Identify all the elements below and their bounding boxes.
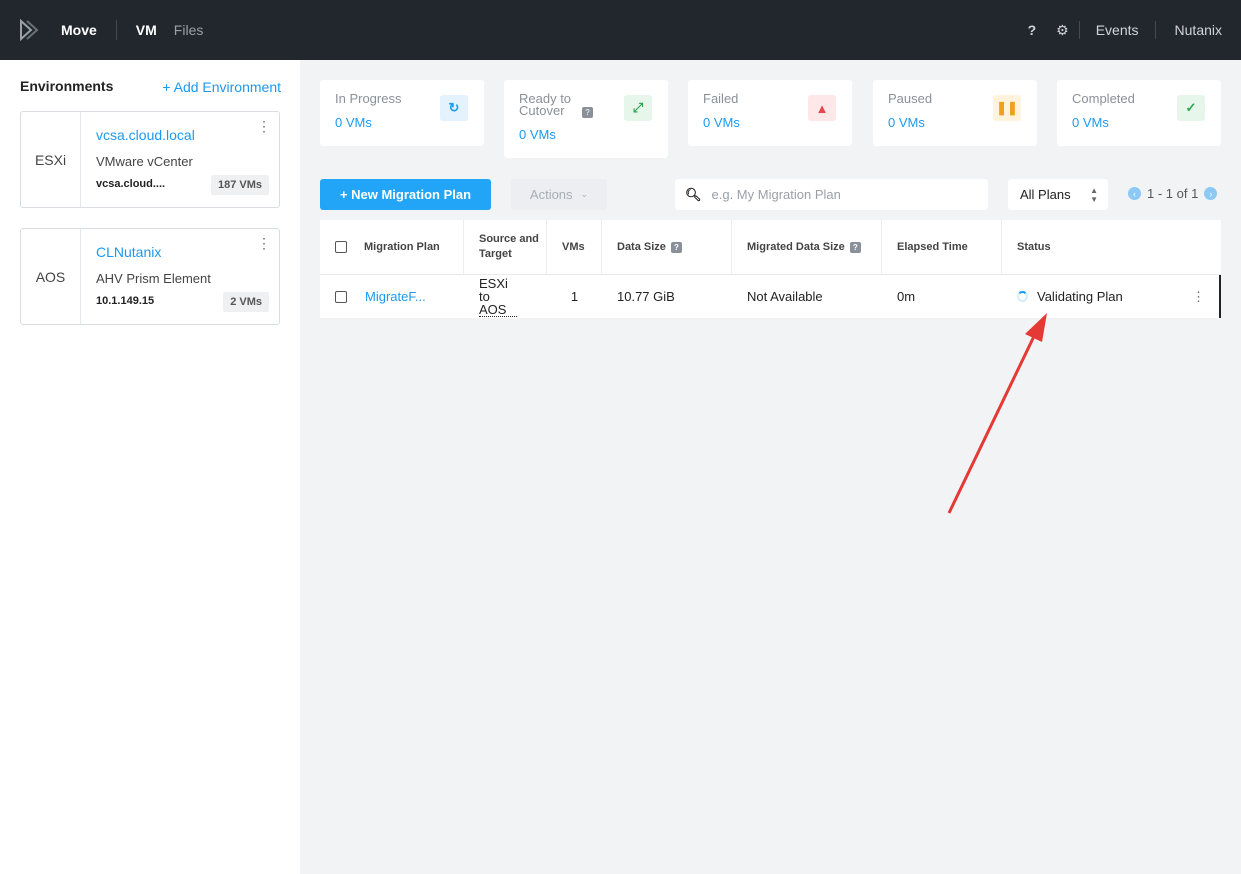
env-kind: AHV Prism Element: [96, 271, 211, 286]
more-options-icon[interactable]: ⋮: [257, 118, 271, 135]
env-name-link[interactable]: CLNutanix: [96, 244, 161, 260]
row-checkbox[interactable]: [335, 290, 347, 303]
prev-page-icon[interactable]: ‹: [1128, 187, 1141, 200]
table-header: Migration Plan Source and Target VMs Dat…: [320, 220, 1221, 275]
next-page-icon[interactable]: ›: [1204, 187, 1218, 200]
search-icon: 🔍︎: [685, 186, 702, 202]
summary-value: 0 VMs: [519, 127, 556, 142]
plan-filter-select[interactable]: All Plans ▲ ▼: [1008, 179, 1108, 210]
summary-label: Paused: [888, 91, 933, 106]
env-host: 10.1.149.15: [96, 295, 155, 307]
summary-card-in-progress[interactable]: In Progress 0 VMs ↻: [320, 80, 484, 146]
table-row[interactable]: MigrateF... ESXi to AOS 1 10.77 GiB Not …: [320, 275, 1221, 318]
select-all-checkbox[interactable]: [335, 241, 347, 253]
summary-value: 0 VMs: [703, 115, 740, 130]
environment-card[interactable]: ESXi vcsa.cloud.local VMware vCenter vcs…: [20, 111, 280, 208]
summary-card-completed[interactable]: Completed 0 VMs ✓: [1057, 80, 1221, 146]
events-link[interactable]: Events: [1080, 22, 1155, 38]
env-vm-count: 2 VMs: [223, 292, 269, 312]
sidebar: Environments + Add Environment ESXi vcsa…: [0, 60, 300, 874]
status-text: Validating Plan: [1037, 289, 1123, 304]
col-migration-plan[interactable]: Migration Plan: [364, 241, 440, 253]
actions-label: Actions: [529, 187, 573, 202]
sort-arrows-icon: ▲ ▼: [1090, 185, 1098, 204]
refresh-icon: ↻: [440, 95, 468, 121]
add-environment-button[interactable]: + Add Environment: [162, 79, 281, 95]
environments-title: Environments: [20, 78, 114, 94]
col-source-target[interactable]: Source and Target: [464, 220, 547, 274]
help-icon[interactable]: ?: [849, 241, 861, 253]
search-box[interactable]: 🔍︎: [675, 179, 988, 210]
cutover-icon: ⤢: [624, 95, 652, 121]
filter-value: All Plans: [1020, 187, 1071, 202]
summary-card-paused[interactable]: Paused 0 VMs ❚❚: [873, 80, 1037, 146]
row-menu-icon[interactable]: ⋮: [1192, 289, 1205, 305]
help-icon[interactable]: ?: [670, 241, 682, 253]
env-kind: VMware vCenter: [96, 154, 193, 169]
data-size: 10.77 GiB: [617, 289, 675, 304]
actions-dropdown[interactable]: Actions ⌄: [511, 179, 607, 210]
pagination: ‹ 1 - 1 of 1 ›: [1128, 186, 1218, 201]
pagination-text: 1 - 1 of 1: [1147, 186, 1199, 201]
summary-card-ready-to-cutover[interactable]: Ready to Cutover? 0 VMs ⤢: [504, 80, 668, 158]
col-status[interactable]: Status: [1002, 220, 1221, 274]
gear-icon[interactable]: ⚙: [1046, 22, 1079, 39]
migrated-data-size: Not Available: [747, 289, 823, 304]
source-target: ESXi to AOS: [479, 277, 517, 317]
summary-card-failed[interactable]: Failed 0 VMs ▲: [688, 80, 852, 146]
divider: [115, 20, 117, 40]
summary-value: 0 VMs: [888, 115, 925, 130]
migration-plans-table: Migration Plan Source and Target VMs Dat…: [320, 220, 1221, 318]
env-vm-count: 187 VMs: [210, 175, 269, 195]
env-type: ESXi: [21, 112, 81, 207]
move-logo-icon: [20, 18, 39, 42]
tab-vm[interactable]: VM: [136, 22, 157, 38]
help-icon[interactable]: ?: [582, 107, 593, 118]
user-menu[interactable]: Nutanix: [1156, 22, 1241, 38]
summary-label: In Progress: [335, 91, 402, 106]
help-icon[interactable]: ?: [1018, 22, 1047, 38]
elapsed-time: 0m: [897, 289, 916, 304]
tab-files[interactable]: Files: [174, 22, 204, 38]
spinner-icon: [1017, 291, 1028, 302]
top-bar: Move VM Files ? ⚙ Events Nutanix: [0, 0, 1241, 60]
pause-icon: ❚❚: [993, 95, 1021, 121]
new-migration-plan-button[interactable]: + New Migration Plan: [320, 179, 491, 210]
environment-card[interactable]: AOS CLNutanix AHV Prism Element 10.1.149…: [20, 228, 280, 325]
more-options-icon[interactable]: ⋮: [257, 235, 271, 252]
warning-icon: ▲: [808, 95, 836, 121]
app-name: Move: [61, 22, 97, 38]
col-elapsed-time[interactable]: Elapsed Time: [882, 220, 1002, 274]
summary-value: 0 VMs: [335, 115, 372, 130]
check-icon: ✓: [1177, 95, 1205, 121]
env-host: vcsa.cloud....: [96, 178, 166, 190]
col-vms[interactable]: VMs: [547, 220, 602, 274]
env-name-link[interactable]: vcsa.cloud.local: [96, 127, 195, 143]
vm-count: 1: [570, 289, 579, 304]
summary-label: Completed: [1072, 91, 1135, 106]
summary-value: 0 VMs: [1072, 115, 1109, 130]
chevron-down-icon: ⌄: [580, 189, 589, 199]
col-data-size[interactable]: Data Size: [617, 241, 666, 253]
search-input[interactable]: [711, 187, 972, 202]
plan-name-link[interactable]: MigrateF...: [365, 289, 426, 304]
summary-label: Failed: [703, 91, 739, 106]
env-type: AOS: [21, 229, 81, 324]
col-migrated-data-size[interactable]: Migrated Data Size: [747, 241, 845, 253]
